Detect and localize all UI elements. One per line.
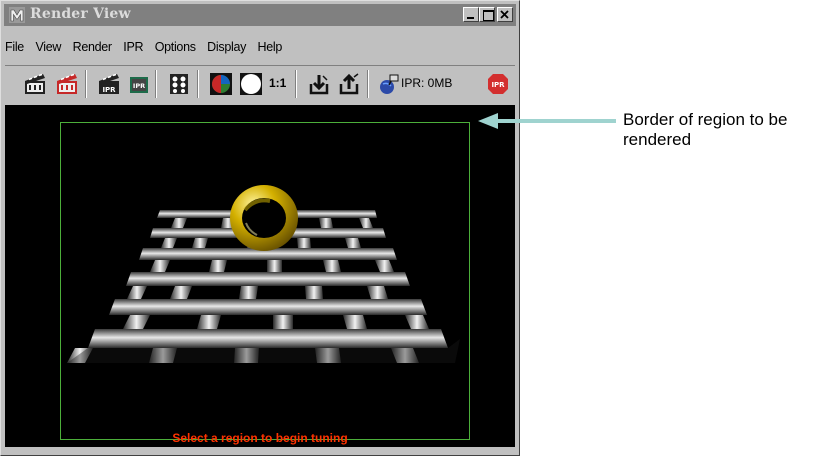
- menu-bar: File View Render IPR Options Display Hel…: [5, 40, 290, 58]
- window-title: Render View: [30, 6, 131, 22]
- render-region-icon[interactable]: [55, 72, 79, 96]
- menu-view[interactable]: View: [35, 40, 61, 54]
- ipr-refresh-icon[interactable]: IPR: [127, 72, 151, 96]
- toolbar-separator: [367, 70, 369, 98]
- menu-options[interactable]: Options: [155, 40, 196, 54]
- minimize-icon: [467, 17, 474, 19]
- menu-ipr[interactable]: IPR: [123, 40, 143, 54]
- svg-text:IPR: IPR: [491, 81, 505, 89]
- alpha-channel-icon[interactable]: [239, 72, 263, 96]
- toolbar-separator: [295, 70, 297, 98]
- title-bar[interactable]: Render View: [4, 4, 516, 26]
- close-icon: [500, 10, 509, 19]
- toolbar-separator: [155, 70, 157, 98]
- menu-file[interactable]: File: [5, 40, 24, 54]
- ipr-render-icon[interactable]: IPR: [97, 72, 121, 96]
- toolbar-separator: [85, 70, 87, 98]
- ipr-stop-icon[interactable]: IPR: [486, 72, 510, 96]
- rgb-channels-icon[interactable]: [209, 72, 233, 96]
- maya-logo-icon: [9, 7, 25, 23]
- remove-image-icon[interactable]: [337, 72, 361, 96]
- render-view-window: Render View File View Render IPR Options…: [0, 0, 520, 456]
- render-viewport[interactable]: Select a region to begin tuning: [5, 105, 515, 447]
- ipr-memory-label: IPR: 0MB: [401, 76, 453, 90]
- maximize-button[interactable]: [479, 7, 495, 22]
- toolbar-separator: [197, 70, 199, 98]
- toolbar: IPR IPR 1:1 IPR: 0MB IPR: [5, 65, 515, 102]
- status-message: Select a region to begin tuning: [172, 431, 348, 445]
- maximize-icon: [483, 10, 494, 21]
- menu-display[interactable]: Display: [207, 40, 246, 54]
- annotation-label: Border of region to be rendered: [623, 110, 788, 149]
- svg-text:IPR: IPR: [133, 82, 145, 90]
- svg-text:IPR: IPR: [102, 86, 116, 94]
- snapshot-icon[interactable]: [167, 72, 191, 96]
- keep-image-icon[interactable]: [307, 72, 331, 96]
- redo-render-icon[interactable]: [23, 72, 47, 96]
- close-button[interactable]: [497, 7, 513, 22]
- minimize-button[interactable]: [463, 7, 479, 22]
- annotation-arrow: [478, 113, 616, 129]
- real-size-button[interactable]: 1:1: [269, 76, 286, 90]
- ipr-memory-icon[interactable]: [379, 72, 403, 96]
- menu-help[interactable]: Help: [258, 40, 283, 54]
- menu-render[interactable]: Render: [73, 40, 113, 54]
- render-region-border[interactable]: [60, 122, 470, 440]
